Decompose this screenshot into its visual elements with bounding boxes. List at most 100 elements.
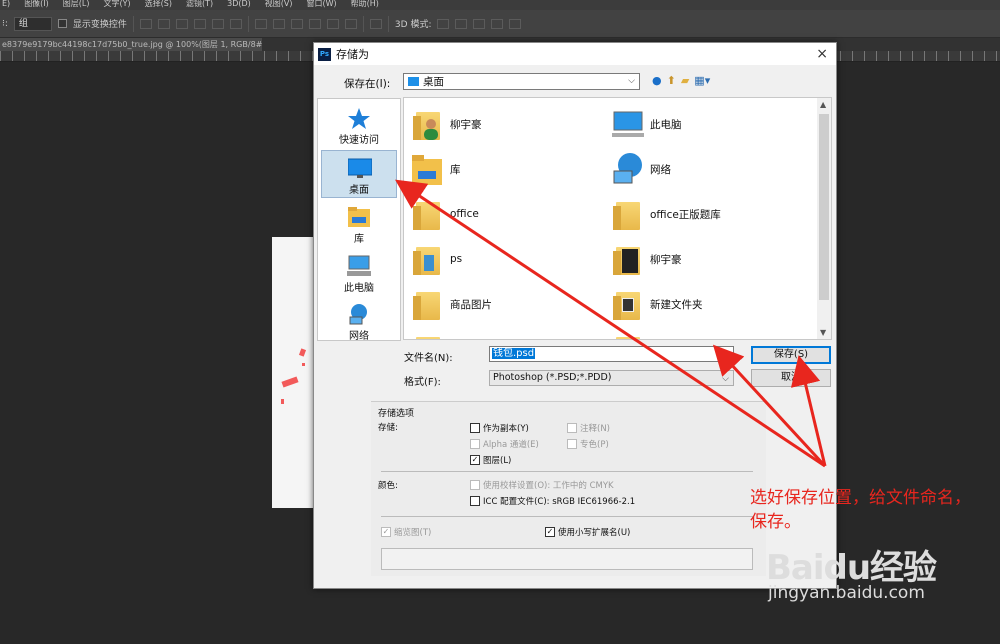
chevron-down-icon[interactable]: ⌵ xyxy=(722,348,729,362)
filename-value: 钱包.psd xyxy=(492,348,536,359)
place-label: 网络 xyxy=(349,331,369,342)
menu-type[interactable]: 文字(Y) xyxy=(104,0,131,10)
file-list: 柳宇豪 此电脑 库 网络 office office正版题库 ps 柳宇豪 商品… xyxy=(403,97,832,340)
place-this-pc[interactable]: 此电脑 xyxy=(321,249,397,297)
place-label: 此电脑 xyxy=(344,283,374,294)
proof-checkbox[interactable]: 使用校样设置(O): 工作中的 CMYK xyxy=(470,479,614,491)
distribute-top-icon[interactable] xyxy=(254,18,267,29)
thumbnail-checkbox[interactable]: ✓ 缩览图(T) xyxy=(381,526,431,538)
show-transform-checkbox[interactable] xyxy=(57,19,67,28)
list-item[interactable] xyxy=(612,329,812,339)
network-icon xyxy=(349,304,367,325)
filename-input[interactable]: 钱包.psd ⌵ xyxy=(489,346,734,362)
menu-3d[interactable]: 3D(D) xyxy=(227,0,251,10)
list-item[interactable]: 库 xyxy=(412,149,612,189)
list-item[interactable]: 柳宇豪 xyxy=(412,104,612,144)
list-item[interactable]: 网络 xyxy=(612,149,812,189)
color-label: 颜色: xyxy=(378,481,398,491)
place-library[interactable]: 库 xyxy=(321,200,397,248)
format-value: Photoshop (*.PSD;*.PDD) xyxy=(493,372,612,383)
ps-menubar: E) 图像(I) 图层(L) 文字(Y) 选择(S) 滤镜(T) 3D(D) 视… xyxy=(0,0,1000,10)
menu-help[interactable]: 帮助(H) xyxy=(351,0,379,10)
align-left-icon[interactable] xyxy=(193,18,206,29)
notes-checkbox[interactable]: 注释(N) xyxy=(567,422,610,434)
list-item[interactable] xyxy=(412,329,612,339)
red-shape xyxy=(298,348,307,357)
watermark-brand: Baidu经验 xyxy=(766,548,937,588)
watermark-url: jingyan.baidu.com xyxy=(768,583,925,603)
align-center-icon[interactable] xyxy=(211,18,224,29)
align-right-icon[interactable] xyxy=(229,18,242,29)
new-folder-icon[interactable]: ▰ xyxy=(681,74,689,87)
align-top-icon[interactable] xyxy=(139,18,152,29)
3d-rotate-icon[interactable] xyxy=(437,18,450,29)
menu-window[interactable]: 窗口(W) xyxy=(306,0,336,10)
baidu-watermark: Baidu经验 jingyan.baidu.com xyxy=(766,540,937,603)
distribute-bottom-icon[interactable] xyxy=(290,18,303,29)
auto-select-dropdown[interactable]: 组 xyxy=(13,16,52,31)
save-button[interactable]: 保存(S) xyxy=(751,346,831,364)
icc-checkbox[interactable]: ICC 配置文件(C): sRGB IEC61966-2.1 xyxy=(470,495,635,507)
scroll-up-icon[interactable]: ▲ xyxy=(820,100,826,109)
document-tab[interactable]: e8379e9179bc44198c17d75b0_true.jpg @ 100… xyxy=(0,38,262,51)
3d-pan-icon[interactable] xyxy=(473,18,486,29)
file-list-scrollbar[interactable]: ▲ ▼ xyxy=(817,98,831,339)
distribute-left-icon[interactable] xyxy=(308,18,321,29)
red-shape xyxy=(281,376,299,388)
close-icon[interactable]: × xyxy=(816,46,828,62)
save-options-panel: 存储选项 存储: 作为副本(Y) 注释(N) Alpha 通道(E) 专色(P)… xyxy=(371,401,766,576)
alpha-checkbox[interactable]: Alpha 通道(E) xyxy=(470,438,539,450)
menu-image[interactable]: 图像(I) xyxy=(24,0,49,10)
list-item[interactable]: 柳宇豪 xyxy=(612,239,812,279)
menu-edit[interactable]: E) xyxy=(2,0,10,10)
place-network[interactable]: 网络 xyxy=(321,297,397,345)
spot-checkbox[interactable]: 专色(P) xyxy=(567,438,609,450)
save-in-dropdown[interactable]: 桌面 ⌵ xyxy=(403,73,640,90)
places-bar: 快速访问 桌面 库 此电脑 网络 xyxy=(317,98,401,342)
format-select[interactable]: Photoshop (*.PSD;*.PDD) ⌵ xyxy=(489,370,734,386)
menu-filter[interactable]: 滤镜(T) xyxy=(186,0,213,10)
scroll-thumb[interactable] xyxy=(819,114,829,300)
list-item[interactable]: 新建文件夹 xyxy=(612,284,812,324)
file-name: 库 xyxy=(450,163,461,176)
up-folder-icon[interactable]: ⬆ xyxy=(667,74,676,87)
lowercase-ext-checkbox[interactable]: ✓ 使用小写扩展名(U) xyxy=(545,526,630,538)
3d-scale-icon[interactable] xyxy=(509,18,522,29)
align-bottom-icon[interactable] xyxy=(175,18,188,29)
menu-layer[interactable]: 图层(L) xyxy=(63,0,90,10)
menu-view[interactable]: 视图(V) xyxy=(265,0,293,10)
distribute-center-icon[interactable] xyxy=(326,18,339,29)
as-copy-checkbox[interactable]: 作为副本(Y) xyxy=(470,422,529,434)
3d-roll-icon[interactable] xyxy=(455,18,468,29)
save-options-header: 存储选项 xyxy=(378,409,415,419)
3d-slide-icon[interactable] xyxy=(491,18,504,29)
filename-label: 文件名(N): xyxy=(404,353,453,364)
red-shape xyxy=(302,363,305,366)
list-item[interactable]: office xyxy=(412,194,612,234)
menu-select[interactable]: 选择(S) xyxy=(145,0,172,10)
dialog-titlebar: Ps 存储为 × xyxy=(314,43,836,65)
show-transform-label: 显示变换控件 xyxy=(72,20,127,30)
network-icon xyxy=(613,153,642,184)
auto-align-icon[interactable] xyxy=(369,18,382,29)
layers-checkbox[interactable]: ✓ 图层(L) xyxy=(470,454,511,466)
list-item[interactable]: 商品图片 xyxy=(412,284,612,324)
align-middle-icon[interactable] xyxy=(157,18,170,29)
place-desktop[interactable]: 桌面 xyxy=(321,150,397,198)
file-name: 商品图片 xyxy=(450,298,492,311)
document-canvas xyxy=(272,237,314,508)
view-menu-icon[interactable]: ▦▾ xyxy=(694,74,710,87)
distribute-right-icon[interactable] xyxy=(344,18,357,29)
scroll-down-icon[interactable]: ▼ xyxy=(820,328,826,337)
photoshop-icon: Ps xyxy=(318,47,331,61)
list-item[interactable]: office正版题库 xyxy=(612,194,812,234)
list-item[interactable]: ps xyxy=(412,239,612,279)
save-in-label: 保存在(I): xyxy=(344,78,391,90)
list-item[interactable]: 此电脑 xyxy=(612,104,812,144)
back-icon[interactable]: ● xyxy=(652,74,662,87)
desktop-icon xyxy=(348,158,372,178)
place-quick-access[interactable]: 快速访问 xyxy=(321,101,397,149)
chevron-down-icon: ⌵ xyxy=(722,374,729,384)
cancel-button[interactable]: 取消 xyxy=(751,369,831,387)
distribute-middle-icon[interactable] xyxy=(272,18,285,29)
